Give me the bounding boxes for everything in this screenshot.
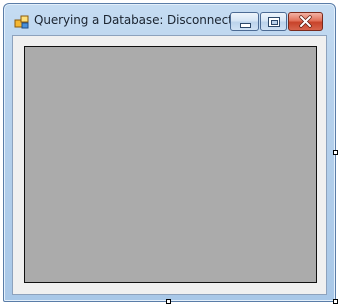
- designer-surface: Querying a Database: Disconnected: [0, 0, 341, 308]
- minimize-icon: [240, 23, 251, 28]
- close-icon: [289, 13, 322, 30]
- maximize-icon: [268, 17, 280, 27]
- form-client-area: [12, 35, 327, 295]
- close-button[interactable]: [288, 12, 323, 31]
- data-grid-view[interactable]: [24, 46, 317, 283]
- window-title: Querying a Database: Disconnected: [34, 13, 248, 27]
- resize-handle-bottom[interactable]: [166, 299, 171, 304]
- form-window[interactable]: Querying a Database: Disconnected: [3, 3, 336, 302]
- windows-form-icon: [14, 14, 30, 30]
- resize-handle-right[interactable]: [333, 150, 338, 155]
- title-bar[interactable]: Querying a Database: Disconnected: [4, 4, 335, 35]
- maximize-button[interactable]: [260, 12, 287, 31]
- resize-handle-bottom-right[interactable]: [333, 299, 338, 304]
- minimize-button[interactable]: [230, 12, 259, 31]
